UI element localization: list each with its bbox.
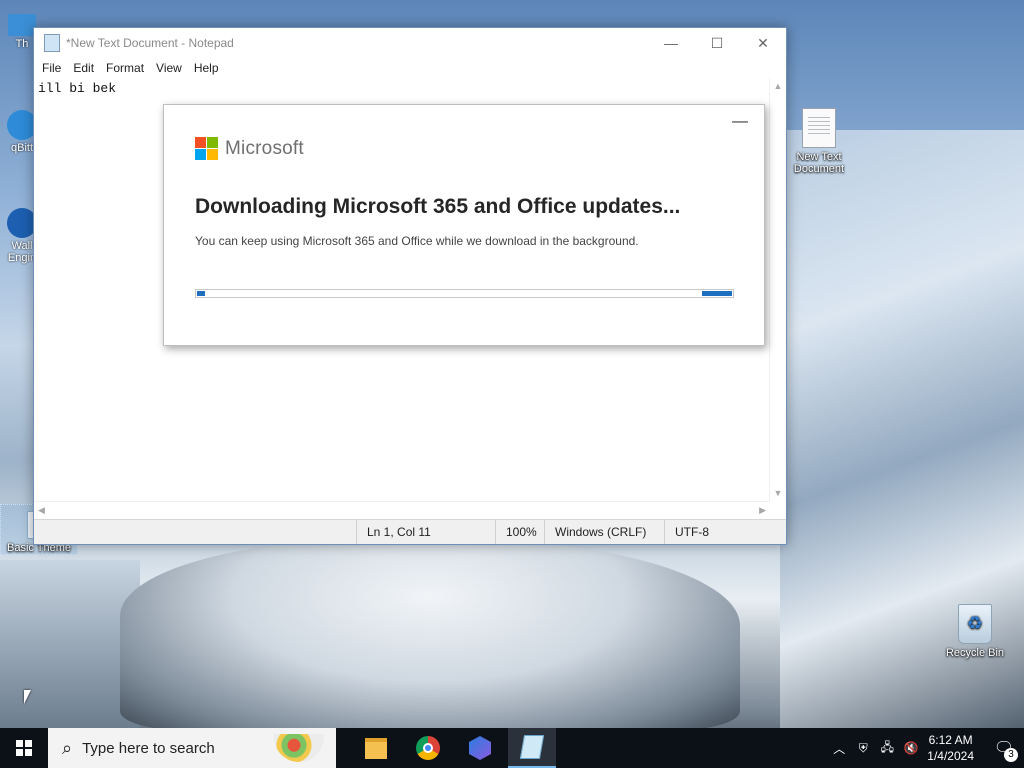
- folder-icon: [365, 737, 387, 759]
- status-bar: Ln 1, Col 11 100% Windows (CRLF) UTF-8: [34, 519, 786, 544]
- notification-center-button[interactable]: 🗨 3: [984, 738, 1024, 762]
- scroll-left-icon[interactable]: ◀: [38, 505, 45, 516]
- desktop-icon-recycle-bin[interactable]: ♻ Recycle Bin: [935, 604, 1015, 659]
- copilot-icon: [469, 736, 491, 760]
- windows-logo-icon: [16, 740, 32, 756]
- progress-segment: [197, 291, 205, 296]
- taskbar-copilot[interactable]: [456, 728, 504, 768]
- scroll-up-icon[interactable]: ▲: [770, 78, 786, 94]
- menu-bar: File Edit Format View Help: [34, 58, 786, 78]
- notepad-titlebar[interactable]: *New Text Document - Notepad — ☐ ✕: [34, 28, 786, 58]
- menu-view[interactable]: View: [150, 61, 188, 75]
- clock-time: 6:12 AM: [928, 733, 973, 747]
- office-update-dialog: — Microsoft Downloading Microsoft 365 an…: [163, 104, 765, 346]
- vertical-scrollbar[interactable]: ▲ ▼: [769, 78, 786, 501]
- search-placeholder: Type here to search: [82, 739, 215, 757]
- desktop-icon-label: Th: [15, 38, 29, 50]
- start-button[interactable]: [0, 728, 48, 768]
- chevron-up-icon[interactable]: ︿: [827, 740, 851, 757]
- security-icon[interactable]: ⛨: [851, 741, 875, 756]
- search-icon: ⌕: [62, 737, 73, 758]
- desktop-icon-new-text-document[interactable]: New Text Document: [779, 108, 859, 175]
- volume-muted-icon[interactable]: 🔇: [899, 741, 923, 755]
- notepad-icon: [44, 34, 60, 52]
- cursor-position: Ln 1, Col 11: [356, 520, 431, 544]
- progress-segment: [702, 291, 732, 296]
- system-tray: ︿ ⛨ 🖧 🔇 6:12 AM 1/4/2024 🗨 3: [827, 728, 1024, 768]
- computer-icon: [8, 14, 36, 36]
- horizontal-scrollbar[interactable]: ◀ ▶: [34, 501, 770, 519]
- menu-format[interactable]: Format: [100, 61, 150, 75]
- dialog-message: You can keep using Microsoft 365 and Off…: [195, 234, 639, 248]
- window-title: *New Text Document - Notepad: [66, 36, 234, 50]
- menu-file[interactable]: File: [36, 61, 67, 75]
- dialog-heading: Downloading Microsoft 365 and Office upd…: [195, 195, 681, 218]
- clock-date: 1/4/2024: [927, 749, 974, 763]
- taskbar-notepad[interactable]: [508, 728, 556, 768]
- recycle-bin-icon: ♻: [958, 604, 992, 644]
- minimize-button[interactable]: —: [648, 28, 694, 58]
- wallpaper-mountain-left: [0, 560, 140, 728]
- download-progress-bar: [195, 289, 734, 298]
- desktop-icon-label: New Text Document: [793, 151, 845, 175]
- notepad-icon: [519, 735, 545, 759]
- chrome-icon: [416, 736, 440, 760]
- scroll-down-icon[interactable]: ▼: [770, 485, 786, 501]
- menu-edit[interactable]: Edit: [67, 61, 100, 75]
- notification-count-badge: 3: [1004, 748, 1018, 762]
- taskbar-chrome[interactable]: [404, 728, 452, 768]
- mouse-cursor-icon: [24, 690, 31, 704]
- text-document-icon: [802, 108, 836, 148]
- microsoft-grid-icon: [195, 137, 218, 160]
- taskbar-search-box[interactable]: ⌕ Type here to search: [48, 728, 336, 768]
- network-icon[interactable]: 🖧: [875, 738, 899, 759]
- taskbar: ⌕ Type here to search ︿ ⛨ 🖧 🔇 6:12 AM 1/…: [0, 728, 1024, 768]
- microsoft-logo: Microsoft: [195, 137, 304, 160]
- dialog-minimize-button[interactable]: —: [732, 113, 748, 131]
- wallpaper-peak: [120, 540, 740, 730]
- scroll-right-icon[interactable]: ▶: [759, 505, 766, 516]
- line-endings: Windows (CRLF): [544, 520, 646, 544]
- clock[interactable]: 6:12 AM 1/4/2024: [927, 732, 974, 764]
- maximize-button[interactable]: ☐: [694, 28, 740, 58]
- desktop-icon-label: qBitt: [10, 142, 33, 154]
- encoding: UTF-8: [664, 520, 709, 544]
- taskbar-file-explorer[interactable]: [352, 728, 400, 768]
- close-button[interactable]: ✕: [740, 28, 786, 58]
- zoom-level: 100%: [495, 520, 537, 544]
- menu-help[interactable]: Help: [188, 61, 225, 75]
- brand-name: Microsoft: [225, 137, 304, 159]
- desktop-icon-label: Recycle Bin: [945, 647, 1005, 659]
- search-highlight-icon: [274, 734, 324, 762]
